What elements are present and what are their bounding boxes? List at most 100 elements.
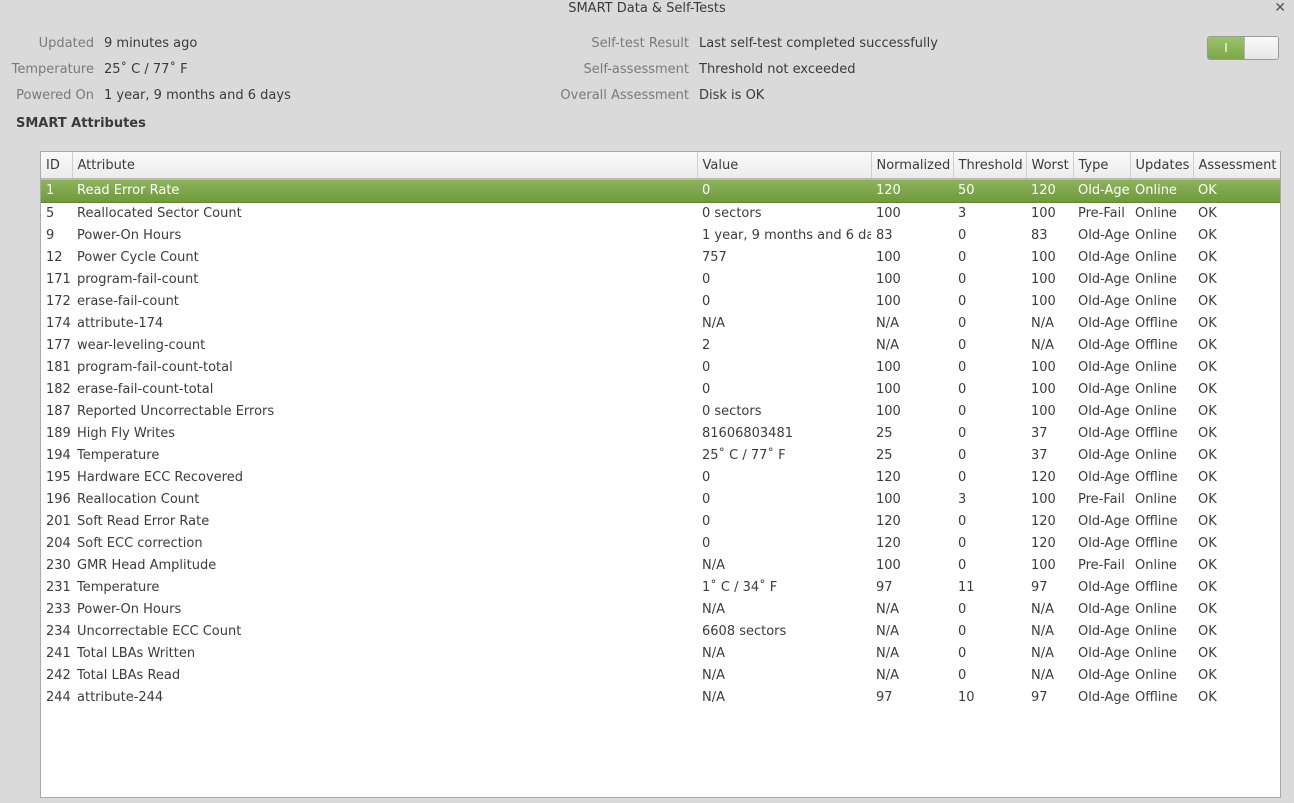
column-header-threshold[interactable]: Threshold: [953, 152, 1027, 180]
cell-updates: Online: [1135, 250, 1177, 265]
cell-threshold: 11: [958, 580, 975, 595]
table-row[interactable]: 12 Power Cycle Count 757 100 0 100 Old-Age Onli…: [41, 247, 1280, 269]
cell-type: Pre-Fail: [1078, 206, 1125, 221]
table-row[interactable]: 1 Read Error Rate 0 120 50 120 Old-Age Online OK: [41, 178, 1280, 203]
cell-threshold: 0: [958, 250, 967, 265]
cell-value: 0: [702, 382, 711, 397]
table-row[interactable]: 231 Temperature 1˚ C / 34˚ F 97 11 97 Old-Age O…: [41, 577, 1280, 599]
cell-attribute: Power-On Hours: [77, 228, 182, 243]
cell-id: 242: [46, 668, 71, 683]
cell-type: Old-Age: [1078, 470, 1130, 485]
cell-type: Old-Age: [1078, 624, 1130, 639]
cell-attribute: Temperature: [77, 580, 160, 595]
cell-value: 0 sectors: [702, 404, 762, 419]
cell-attribute: GMR Head Amplitude: [77, 558, 217, 573]
column-header-attribute[interactable]: Attribute: [72, 152, 698, 180]
cell-type: Old-Age: [1078, 514, 1130, 529]
cell-assessment: OK: [1198, 360, 1217, 375]
table-row[interactable]: 174 attribute-174 N/A N/A 0 N/A Old-Age Offline…: [41, 313, 1280, 335]
table-row[interactable]: 196 Reallocation Count 0 100 3 100 Pre-Fail Onl…: [41, 489, 1280, 511]
powered-on-label: Powered On: [16, 88, 94, 103]
table-row[interactable]: 182 erase-fail-count-total 0 100 0 100 Old-Age…: [41, 379, 1280, 401]
cell-normalized: 97: [876, 580, 893, 595]
cell-id: 1: [41, 178, 72, 203]
table-row[interactable]: 181 program-fail-count-total 0 100 0 100 Old-A…: [41, 357, 1280, 379]
close-icon[interactable]: ✕: [1274, 0, 1286, 16]
cell-type: Old-Age: [1078, 228, 1130, 243]
cell-value: 0: [702, 360, 711, 375]
cell-worst: N/A: [1031, 316, 1054, 331]
table-row[interactable]: 242 Total LBAs Read N/A N/A 0 N/A Old-Age Onlin…: [41, 665, 1280, 687]
table-row[interactable]: 172 erase-fail-count 0 100 0 100 Old-Age Online…: [41, 291, 1280, 313]
table-row[interactable]: 233 Power-On Hours N/A N/A 0 N/A Old-Age Online…: [41, 599, 1280, 621]
smart-enabled-toggle[interactable]: I: [1207, 36, 1279, 60]
toggle-on-label: I: [1208, 37, 1244, 59]
cell-id: 241: [46, 646, 71, 661]
cell-assessment: OK: [1198, 536, 1217, 551]
cell-assessment: OK: [1198, 470, 1217, 485]
cell-assessment: OK: [1198, 206, 1217, 221]
column-header-type[interactable]: Type: [1073, 152, 1131, 180]
cell-assessment: OK: [1198, 316, 1217, 331]
cell-threshold: 0: [958, 646, 967, 661]
cell-id: 171: [46, 272, 71, 287]
cell-worst: 100: [1031, 294, 1056, 309]
column-header-value[interactable]: Value: [697, 152, 872, 180]
table-header-row: ID Attribute Value Normalized Threshold Worst…: [41, 152, 1280, 180]
cell-id: 172: [46, 294, 71, 309]
column-header-updates[interactable]: Updates: [1130, 152, 1194, 180]
cell-assessment: OK: [1198, 602, 1217, 617]
cell-type: Old-Age: [1078, 294, 1130, 309]
table-row[interactable]: 171 program-fail-count 0 100 0 100 Old-Age Onli…: [41, 269, 1280, 291]
column-header-worst[interactable]: Worst: [1026, 152, 1074, 180]
cell-worst: 100: [1031, 404, 1056, 419]
cell-normalized: 83: [876, 228, 893, 243]
cell-assessment: OK: [1198, 448, 1217, 463]
cell-id: 230: [46, 558, 71, 573]
cell-id: 187: [46, 404, 71, 419]
table-row[interactable]: 9 Power-On Hours 1 year, 9 months and 6 da…: [41, 225, 1280, 247]
cell-assessment: OK: [1198, 646, 1217, 661]
table-row[interactable]: 189 High Fly Writes 81606803481 25 0 37 Old-Ag…: [41, 423, 1280, 445]
column-header-assessment[interactable]: Assessment: [1193, 152, 1280, 180]
table-row[interactable]: 241 Total LBAs Written N/A N/A 0 N/A Old-Age On…: [41, 643, 1280, 665]
cell-type: Old-Age: [1078, 690, 1130, 705]
smart-attributes-table[interactable]: ID Attribute Value Normalized Threshold Worst…: [40, 151, 1281, 798]
cell-assessment: OK: [1198, 558, 1217, 573]
table-row[interactable]: 194 Temperature 25˚ C / 77˚ F 25 0 37 Old-Age O…: [41, 445, 1280, 467]
cell-updates: Online: [1135, 272, 1177, 287]
column-header-id[interactable]: ID: [41, 152, 73, 180]
cell-assessment: OK: [1198, 668, 1217, 683]
table-row[interactable]: 230 GMR Head Amplitude N/A 100 0 100 Pre-Fail O…: [41, 555, 1280, 577]
cell-worst: 120: [1031, 470, 1056, 485]
table-row[interactable]: 234 Uncorrectable ECC Count 6608 sectors N/…: [41, 621, 1280, 643]
cell-attribute: Total LBAs Read: [77, 668, 181, 683]
cell-type: Pre-Fail: [1078, 558, 1125, 573]
self-assessment-label: Self-assessment: [583, 62, 689, 77]
column-header-normalized[interactable]: Normalized: [871, 152, 954, 180]
cell-worst: 100: [1031, 272, 1056, 287]
cell-attribute: Power Cycle Count: [77, 250, 199, 265]
table-row[interactable]: 177 wear-leveling-count 2 N/A 0 N/A Old-Age Off…: [41, 335, 1280, 357]
cell-attribute: Power-On Hours: [77, 602, 182, 617]
cell-worst: 100: [1031, 492, 1056, 507]
cell-updates: Offline: [1135, 580, 1178, 595]
table-row[interactable]: 195 Hardware ECC Recovered 0 120 0 120 Old-Age…: [41, 467, 1280, 489]
cell-attribute: Read Error Rate: [72, 178, 697, 203]
table-row[interactable]: 204 Soft ECC correction 0 120 0 120 Old-Age Off…: [41, 533, 1280, 555]
cell-worst: 97: [1031, 690, 1048, 705]
cell-worst: 120: [1031, 536, 1056, 551]
table-row[interactable]: 244 attribute-244 N/A 97 10 97 Old-Age Offline O…: [41, 687, 1280, 709]
cell-updates: Offline: [1135, 690, 1178, 705]
table-row[interactable]: 201 Soft Read Error Rate 0 120 0 120 Old-Age Of…: [41, 511, 1280, 533]
toggle-knob[interactable]: [1244, 37, 1278, 59]
cell-threshold: 0: [958, 360, 967, 375]
cell-updates: Online: [1135, 602, 1177, 617]
table-row[interactable]: 5 Reallocated Sector Count 0 sectors 100 3 10…: [41, 203, 1280, 226]
cell-threshold: 0: [958, 382, 967, 397]
cell-normalized: 100: [876, 558, 901, 573]
cell-id: 177: [46, 338, 71, 353]
cell-updates: Online: [1135, 360, 1177, 375]
table-row[interactable]: 187 Reported Uncorrectable Errors 0 sector…: [41, 401, 1280, 423]
cell-id: 12: [46, 250, 63, 265]
